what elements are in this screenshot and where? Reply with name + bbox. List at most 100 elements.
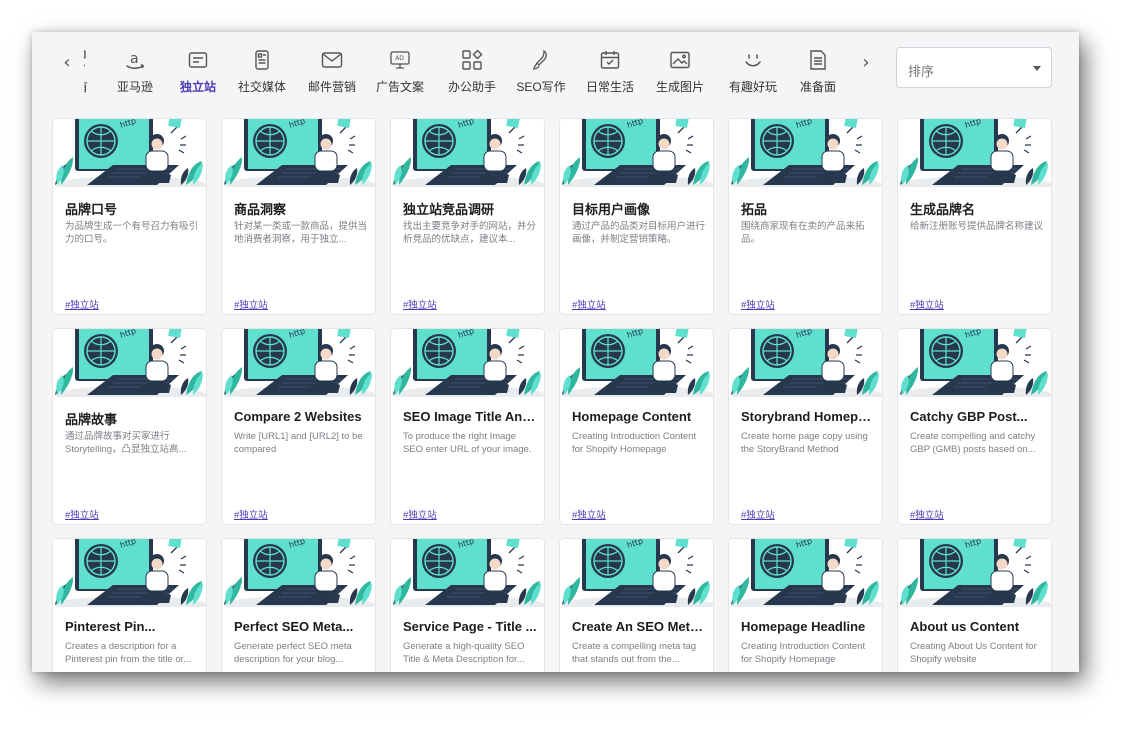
card-illustration: http (560, 329, 713, 397)
card-illustration: http (729, 119, 882, 187)
category-label: 亚马逊 (116, 80, 153, 94)
card-title: Pinterest Pin... (65, 619, 156, 634)
card-tag-link[interactable]: #独立站 (65, 297, 99, 311)
template-card[interactable]: http 独立站竞品调研 找出主要竞争对手的网站，并分析竞品的优缺点，建议本...… (390, 118, 545, 315)
category-tab[interactable]: 邮件营销 (308, 48, 356, 108)
card-illustration: http (898, 539, 1051, 607)
template-card[interactable]: http Service Page - Title ... Generate a … (390, 538, 545, 672)
category-tab[interactable]: 办公助手 (448, 48, 496, 108)
card-tag-link[interactable]: #独立站 (910, 297, 944, 311)
card-tag-link[interactable]: #独立站 (741, 297, 775, 311)
category-tab[interactable]: 准备面 (798, 48, 838, 108)
card-illustration: http (560, 539, 713, 607)
category-tab[interactable]: 生成图片 (656, 48, 704, 108)
phone-icon (250, 48, 274, 72)
card-illustration: http (729, 329, 882, 397)
card-description: Creates a description for a Pinterest pi… (65, 641, 192, 665)
card-tag-link[interactable]: #独立站 (234, 507, 268, 521)
category-tab[interactable]: 日常生活 (586, 48, 634, 108)
store-icon (186, 48, 210, 72)
category-label: 独立站 (179, 80, 216, 94)
card-description: Write [URL1] and [URL2] to be compared (234, 431, 363, 455)
template-card[interactable]: http 目标用户画像 通过产品的品类对目标用户进行画像，并制定营销策略。 #独立站 (559, 118, 714, 315)
card-title: 生成品牌名 (910, 202, 976, 217)
card-illustration: http (222, 539, 375, 607)
card-description: Creating About Us Content for Shopify we… (910, 641, 1037, 665)
card-title: Homepage Content (572, 409, 692, 424)
pen-icon (529, 48, 553, 72)
card-illustration: http (53, 329, 206, 397)
template-card[interactable]: http Perfect SEO Meta... Generate perfect… (221, 538, 376, 672)
template-card[interactable]: http 拓品围绕商家现有在卖的产品来拓品。 #独立站 (728, 118, 883, 315)
template-card[interactable]: http SEO Image Title And... To produce th… (390, 328, 545, 525)
category-label: 日常生活 (586, 80, 635, 94)
template-card[interactable]: http Create An SEO Meta... Create a compe… (559, 538, 714, 672)
template-card[interactable]: http Homepage Content Creating Introducti… (559, 328, 714, 525)
card-tag-link[interactable]: #独立站 (910, 507, 944, 521)
sort-select[interactable]: 排序 (896, 47, 1052, 88)
card-description: 通过品牌故事对买家进行Storytelling，凸显独立站高... (65, 431, 187, 455)
category-tab[interactable]: 独立站 (178, 48, 218, 108)
mail-icon (320, 48, 344, 72)
card-tag-link[interactable]: #独立站 (65, 507, 99, 521)
card-title: Perfect SEO Meta... (234, 619, 354, 634)
card-description: Generate a high-quality SEO Title & Meta… (403, 641, 525, 665)
ad-icon: AD (388, 48, 412, 72)
template-card[interactable]: http Compare 2 Websites Write [URL1] and … (221, 328, 376, 525)
card-title: Create An SEO Meta... (572, 619, 706, 634)
category-label: 有趣好玩 (729, 80, 778, 94)
card-title: 品牌故事 (65, 412, 118, 427)
template-card[interactable]: http Homepage Headline Creating Introduct… (728, 538, 883, 672)
chevron-right-icon[interactable]: › (857, 54, 875, 72)
card-title: 目标用户画像 (572, 202, 651, 217)
card-illustration: http (391, 329, 544, 397)
template-card[interactable]: http Storybrand Homepage Create home page… (728, 328, 883, 525)
card-description: To produce the right Image SEO enter URL… (403, 431, 532, 455)
svg-text:a: a (130, 51, 139, 67)
card-description: Create compelling and catchy GBP (GMB) p… (910, 431, 1036, 455)
card-illustration: http (729, 539, 882, 607)
card-tag-link[interactable]: #独立站 (741, 507, 775, 521)
card-illustration: http (53, 119, 206, 187)
card-tag-link[interactable]: #独立站 (403, 507, 437, 521)
card-description: Creating Introduction Content for Shopif… (572, 431, 697, 455)
template-card[interactable]: http Pinterest Pin... Creates a descripti… (52, 538, 207, 672)
template-card[interactable]: http 品牌故事通过品牌故事对买家进行Storytelling，凸显独立站高.… (52, 328, 207, 525)
card-illustration: http (391, 119, 544, 187)
category-tab[interactable]: AD 广告文案 (376, 48, 424, 108)
card-description: Generate perfect SEO meta description fo… (234, 641, 352, 665)
card-description: 针对某一类或一款商品，提供当地消费者洞察，用于独立... (234, 221, 368, 245)
card-description: 为品牌生成一个有号召力有吸引力的口号。 (65, 221, 199, 245)
template-card[interactable]: http 商品洞察 针对某一类或一款商品，提供当地消费者洞察，用于独立... #独立… (221, 118, 376, 315)
amazon-icon: a (123, 48, 147, 72)
card-title: SEO Image Title And... (403, 409, 537, 424)
template-card[interactable]: http 品牌口号 为品牌生成一个有号召力有吸引力的口号。 #独立站 (52, 118, 207, 315)
card-description: 围绕商家现有在卖的产品来拓品。 (741, 221, 865, 245)
category-label: 邮件营销 (308, 80, 357, 94)
card-tag-link[interactable]: #独立站 (572, 507, 606, 521)
chevron-left-icon[interactable]: ‹ (58, 54, 76, 72)
card-title: About us Content (910, 619, 1020, 634)
category-tab[interactable]: SEO写作 (516, 48, 566, 108)
template-card[interactable]: http About us Content Creating About Us C… (897, 538, 1052, 672)
app-window: ‹ 所有a亚马逊独立站社交媒体邮件营销AD广告文案办公助手SEO写作日常生活生成… (32, 32, 1079, 672)
card-tag-link[interactable]: #独立站 (234, 297, 268, 311)
template-card[interactable]: http Catchy GBP Post... Create compelling… (897, 328, 1052, 525)
template-card[interactable]: http 生成品牌名 给新注册账号提供品牌名称建议 #独立站 (897, 118, 1052, 315)
card-description: Create home page copy using the StoryBra… (741, 431, 868, 455)
card-description: Create a compelling meta tag that stands… (572, 641, 697, 665)
card-title: 商品洞察 (234, 202, 287, 217)
apps-icon (460, 48, 484, 72)
card-title: Service Page - Title ... (403, 619, 537, 634)
category-tab[interactable]: 社交媒体 (238, 48, 286, 108)
category-tab[interactable]: 有趣好玩 (729, 48, 777, 108)
category-label: 广告文案 (376, 80, 425, 94)
category-tab[interactable]: a 亚马逊 (115, 48, 155, 108)
card-title: Storybrand Homepage (741, 409, 875, 424)
card-tag-link[interactable]: #独立站 (403, 297, 437, 311)
card-title: 拓品 (741, 202, 768, 217)
card-title: Catchy GBP Post... (910, 409, 1028, 424)
card-tag-link[interactable]: #独立站 (572, 297, 606, 311)
calendar-icon (598, 48, 622, 72)
category-tab[interactable]: 所有 (84, 48, 96, 108)
